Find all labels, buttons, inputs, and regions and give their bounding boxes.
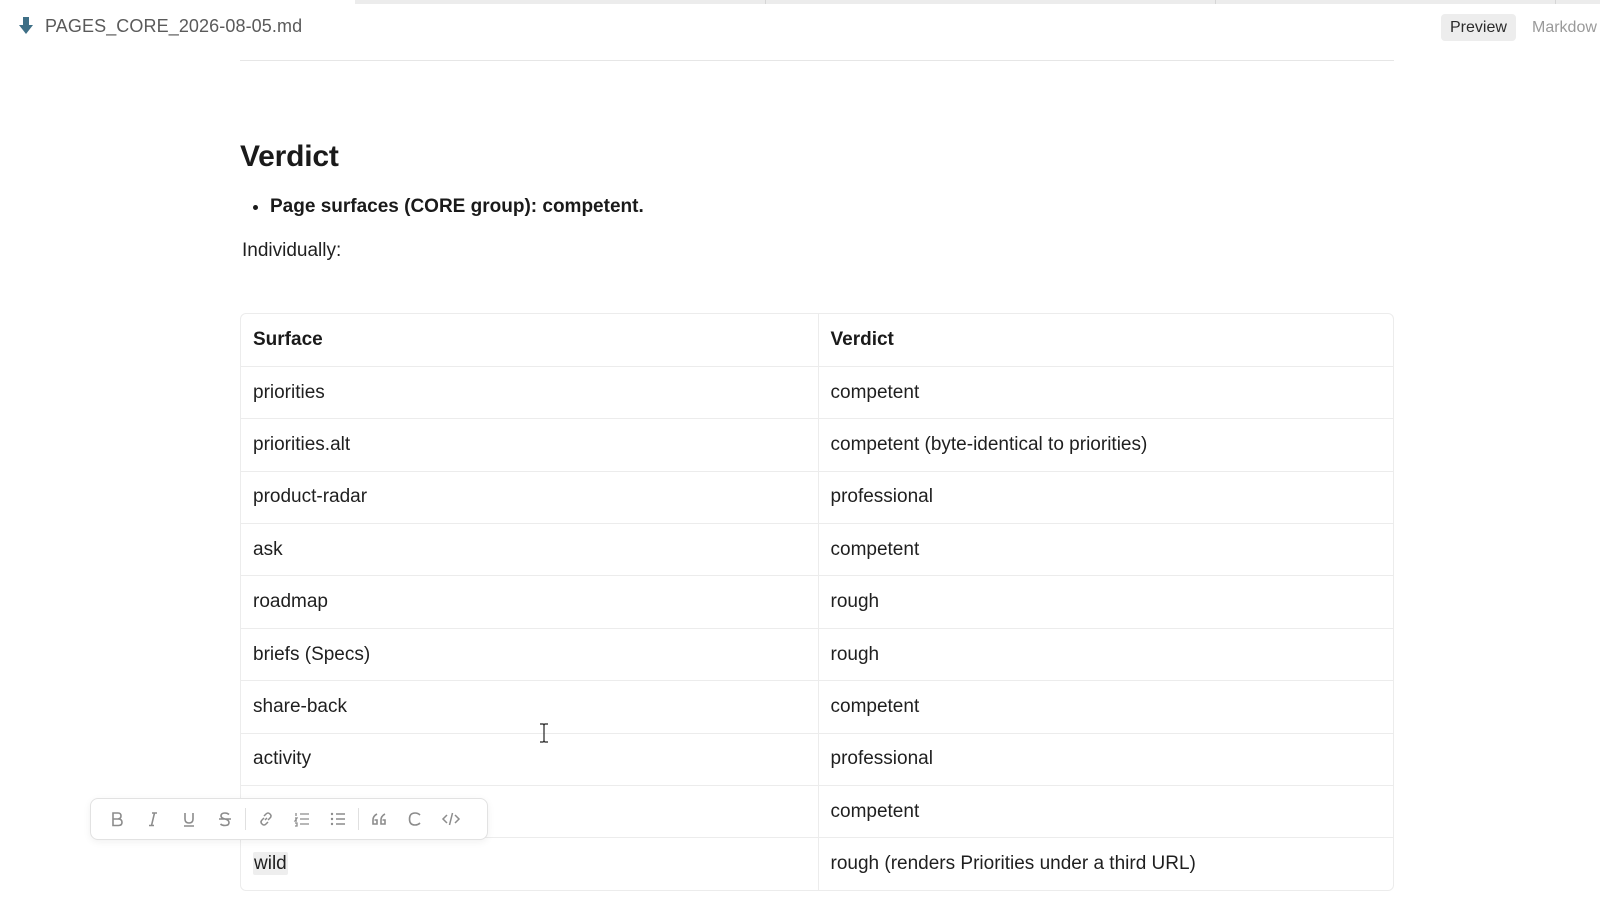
toolbar-divider	[358, 808, 359, 830]
table-row: briefs (Specs) rough	[241, 628, 1393, 682]
table-row: roadmap rough	[241, 575, 1393, 629]
table-row: wild rough (renders Priorities under a t…	[241, 837, 1393, 891]
title-bar: PAGES_CORE_2026-08-05.md Preview Markdow	[0, 0, 1600, 54]
surface-cell: priorities	[241, 366, 819, 420]
header-divider	[240, 60, 1394, 61]
surface-cell: priorities.alt	[241, 418, 819, 472]
verdict-cell: competent	[818, 680, 1393, 734]
bullet-item: Page surfaces (CORE group): competent.	[270, 196, 1394, 218]
formatting-toolbar	[90, 798, 488, 840]
file-name: PAGES_CORE_2026-08-05.md	[45, 16, 303, 36]
verdict-cell: competent	[818, 785, 1393, 839]
column-header-verdict: Verdict	[818, 314, 1393, 367]
toolbar-divider	[245, 808, 246, 830]
bullet-list-icon[interactable]	[320, 803, 356, 835]
table-row: share-back competent	[241, 680, 1393, 734]
section-heading: Verdict	[240, 140, 339, 173]
verdict-cell: professional	[818, 471, 1393, 525]
ordered-list-icon[interactable]	[284, 803, 320, 835]
surface-cell: product-radar	[241, 471, 819, 525]
document-body: Verdict Page surfaces (CORE group): comp…	[240, 140, 1394, 262]
text-cursor-icon	[538, 723, 550, 743]
code-icon[interactable]	[433, 803, 469, 835]
verdict-cell: professional	[818, 733, 1393, 787]
strikethrough-icon[interactable]	[207, 803, 243, 835]
table-row: ask competent	[241, 523, 1393, 577]
selected-text[interactable]: wild	[253, 852, 288, 876]
surface-cell: share-back	[241, 680, 819, 734]
verdict-cell: competent	[818, 366, 1393, 420]
table-header-row: Surface Verdict	[241, 314, 1393, 367]
surface-cell[interactable]: wild	[241, 837, 819, 891]
surface-cell: ask	[241, 523, 819, 577]
markdown-mode-button[interactable]: Markdow	[1532, 14, 1597, 41]
table-row: activity professional	[241, 733, 1393, 787]
table-row: product-radar professional	[241, 471, 1393, 525]
bold-icon[interactable]	[99, 803, 135, 835]
quote-icon[interactable]	[361, 803, 397, 835]
verdict-cell: competent (byte-identical to priorities)	[818, 418, 1393, 472]
table-row: priorities competent	[241, 366, 1393, 420]
verdict-cell: rough (renders Priorities under a third …	[830, 853, 1196, 875]
surface-cell: briefs (Specs)	[241, 628, 819, 682]
verdict-cell: competent	[818, 523, 1393, 577]
table-row: priorities.alt competent (byte-identical…	[241, 418, 1393, 472]
bullet-list: Page surfaces (CORE group): competent.	[240, 196, 1394, 218]
surface-cell: activity	[241, 733, 819, 787]
surface-cell: roadmap	[241, 575, 819, 629]
underline-icon[interactable]	[171, 803, 207, 835]
column-header-surface: Surface	[241, 314, 819, 367]
verdict-cell: rough	[818, 575, 1393, 629]
preview-mode-button[interactable]: Preview	[1441, 14, 1516, 41]
download-file-icon	[18, 17, 34, 35]
link-icon[interactable]	[248, 803, 284, 835]
intro-paragraph: Individually:	[242, 240, 342, 261]
refresh-icon[interactable]	[397, 803, 433, 835]
italic-icon[interactable]	[135, 803, 171, 835]
verdict-cell: rough	[818, 628, 1393, 682]
